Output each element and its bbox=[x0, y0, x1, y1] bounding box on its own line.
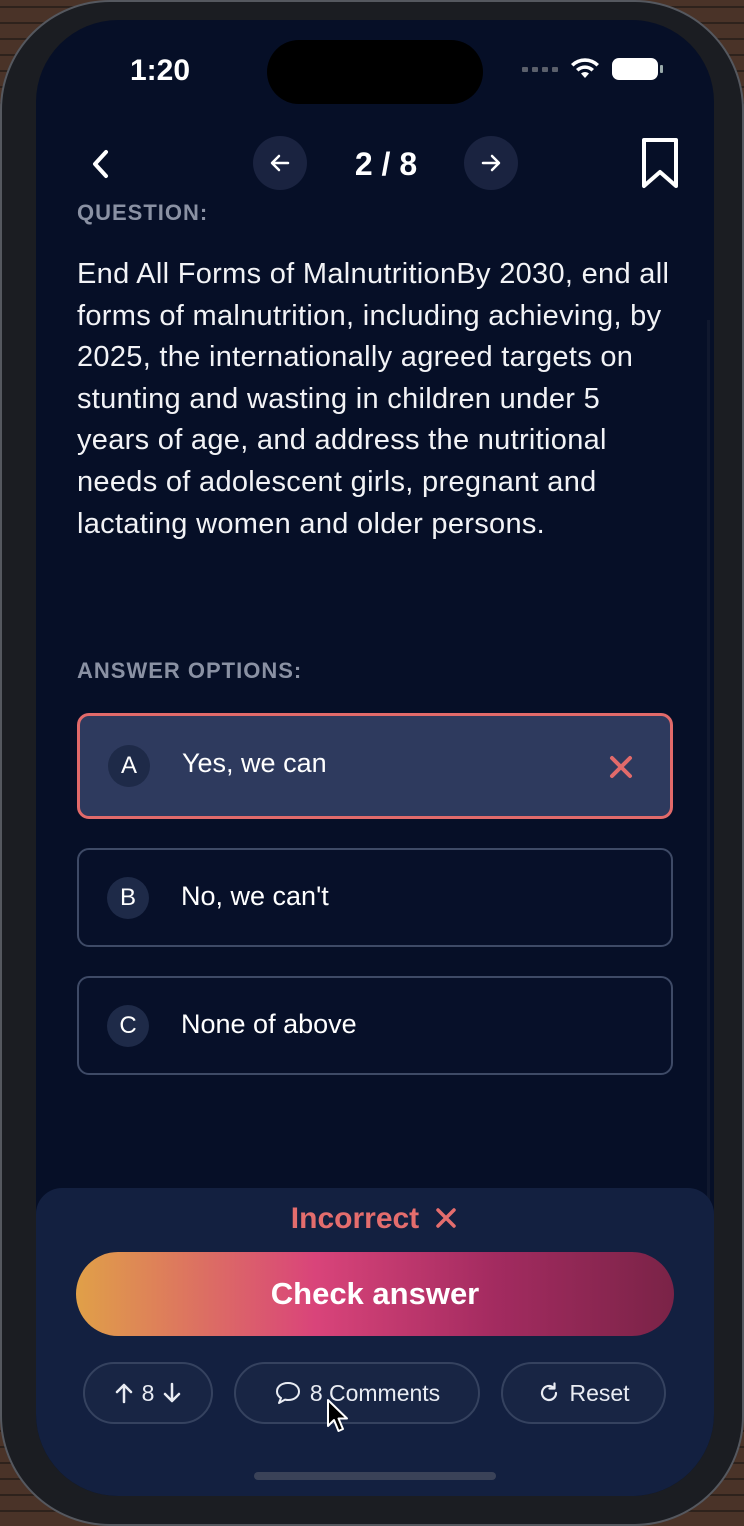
cursor-icon bbox=[327, 1399, 348, 1432]
previous-question-button[interactable] bbox=[253, 136, 307, 190]
signal-icon bbox=[522, 66, 558, 72]
result-status: Incorrect bbox=[36, 1202, 714, 1236]
next-question-button[interactable] bbox=[464, 136, 518, 190]
battery-icon bbox=[612, 58, 663, 80]
vote-control: 8 bbox=[83, 1362, 213, 1424]
arrow-down-icon[interactable] bbox=[162, 1382, 182, 1404]
back-chevron-icon[interactable] bbox=[82, 144, 122, 184]
option-letter: C bbox=[107, 1005, 149, 1047]
question-label: QUESTION: bbox=[77, 200, 209, 225]
wifi-icon bbox=[571, 58, 599, 78]
close-icon bbox=[610, 756, 632, 778]
answer-action-panel: Incorrect Check answer 8 8 Comments Rese… bbox=[36, 1188, 714, 1496]
answer-option-c[interactable]: C None of above bbox=[77, 976, 673, 1075]
scrollbar[interactable] bbox=[707, 320, 710, 1220]
arrow-left-icon bbox=[270, 154, 290, 172]
option-text: Yes, we can bbox=[182, 748, 327, 778]
question-counter: 2 / 8 bbox=[354, 146, 418, 182]
dynamic-island bbox=[267, 40, 483, 104]
answer-options-label: ANSWER OPTIONS: bbox=[77, 658, 303, 683]
answer-option-b[interactable]: B No, we can't bbox=[77, 848, 673, 947]
phone-frame: 1:20 2 / 8 QUESTION: End All Forms of Ma… bbox=[0, 0, 744, 1526]
reset-label: Reset bbox=[569, 1379, 630, 1406]
question-text: End All Forms of MalnutritionBy 2030, en… bbox=[77, 258, 670, 540]
status-time: 1:20 bbox=[130, 54, 191, 87]
app-screen: 1:20 2 / 8 QUESTION: End All Forms of Ma… bbox=[36, 20, 714, 1496]
arrow-right-icon bbox=[481, 154, 501, 172]
question-nav: 2 / 8 bbox=[36, 136, 714, 192]
option-letter: A bbox=[108, 745, 150, 787]
option-text: No, we can't bbox=[181, 881, 329, 911]
close-icon bbox=[436, 1208, 456, 1228]
result-text: Incorrect bbox=[290, 1202, 420, 1235]
vote-count: 8 bbox=[141, 1379, 155, 1406]
arrow-up-icon[interactable] bbox=[114, 1382, 134, 1404]
reset-button[interactable]: Reset bbox=[501, 1362, 666, 1424]
comment-bubble-icon bbox=[275, 1382, 300, 1404]
option-letter: B bbox=[107, 877, 149, 919]
option-text: None of above bbox=[181, 1009, 357, 1039]
comments-button[interactable]: 8 Comments bbox=[234, 1362, 480, 1424]
home-indicator[interactable] bbox=[254, 1472, 496, 1480]
bookmark-icon[interactable] bbox=[640, 136, 680, 192]
check-answer-button[interactable]: Check answer bbox=[76, 1252, 674, 1336]
status-icons bbox=[522, 58, 663, 80]
refresh-icon bbox=[541, 1382, 558, 1402]
answer-option-a[interactable]: A Yes, we can bbox=[77, 713, 673, 819]
